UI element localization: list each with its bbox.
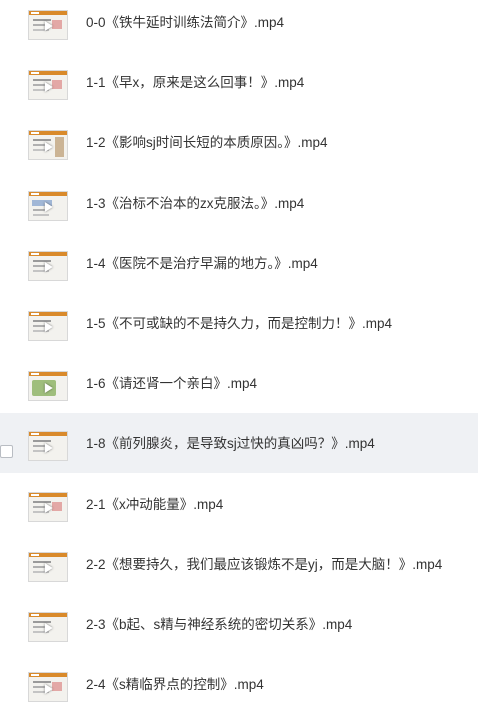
play-icon	[44, 502, 53, 513]
file-row[interactable]: 2-3《b起、s精与神经系统的密切关系》.mp4	[0, 602, 478, 662]
file-row[interactable]: 1-3《治标不治本的zx克服法。》.mp4	[0, 181, 478, 241]
video-thumbnail[interactable]	[28, 311, 68, 341]
video-thumbnail[interactable]	[28, 190, 68, 221]
select-checkbox[interactable]	[0, 445, 13, 459]
file-row[interactable]: 1-4《医院不是治疗早漏的地方。》.mp4	[0, 241, 478, 301]
file-row[interactable]: 1-6《请还肾一个亲白》.mp4	[0, 361, 478, 421]
play-icon	[44, 382, 53, 393]
play-icon	[44, 201, 53, 212]
file-name[interactable]: 1-1《早x，原来是这么回事！》.mp4	[86, 60, 304, 105]
file-name[interactable]: 1-4《医院不是治疗早漏的地方。》.mp4	[86, 241, 318, 286]
file-row[interactable]: 1-8《前列腺炎，是导致sj过快的真凶吗？》.mp4	[0, 413, 478, 474]
video-thumbnail[interactable]	[28, 130, 68, 161]
play-icon	[44, 262, 53, 273]
file-name[interactable]: 2-1《x冲动能量》.mp4	[86, 482, 223, 527]
file-row[interactable]: 2-4《s精临界点的控制》.mp4	[0, 662, 478, 722]
video-thumbnail[interactable]	[28, 371, 68, 402]
play-icon	[44, 322, 53, 333]
file-list: 0-0《铁牛延时训练法简介》.mp4 1-1《早x，原来是这么回事！》.mp4 1-…	[0, 0, 478, 722]
file-row[interactable]: 2-2《想要持久，我们最应该锻炼不是yj，而是大脑！》.mp4	[0, 542, 478, 602]
file-name[interactable]: 1-2《影响sj时间长短的本质原因。》.mp4	[86, 120, 328, 165]
play-icon	[44, 683, 53, 694]
play-icon	[44, 563, 53, 574]
video-thumbnail[interactable]	[28, 250, 68, 281]
file-name[interactable]: 0-0《铁牛延时训练法简介》.mp4	[86, 0, 284, 45]
file-name[interactable]: 2-3《b起、s精与神经系统的密切关系》.mp4	[86, 602, 352, 647]
file-name[interactable]: 1-6《请还肾一个亲白》.mp4	[86, 361, 257, 406]
file-row[interactable]: 2-1《x冲动能量》.mp4	[0, 482, 478, 542]
video-thumbnail[interactable]	[28, 612, 68, 642]
file-row[interactable]: 1-1《早x，原来是这么回事！》.mp4	[0, 60, 478, 120]
file-name[interactable]: 1-5《不可或缺的不是持久力，而是控制力！》.mp4	[86, 301, 392, 346]
play-icon	[44, 442, 53, 453]
video-thumbnail[interactable]	[28, 672, 68, 703]
play-icon	[44, 21, 53, 32]
file-row[interactable]: 0-0《铁牛延时训练法简介》.mp4	[0, 0, 478, 60]
file-name[interactable]: 2-4《s精临界点的控制》.mp4	[86, 662, 264, 707]
play-icon	[44, 81, 53, 92]
file-row[interactable]: 1-2《影响sj时间长短的本质原因。》.mp4	[0, 120, 478, 180]
file-name[interactable]: 1-8《前列腺炎，是导致sj过快的真凶吗？》.mp4	[86, 421, 375, 466]
file-name[interactable]: 1-3《治标不治本的zx克服法。》.mp4	[86, 181, 304, 226]
video-thumbnail[interactable]	[28, 431, 68, 462]
file-name[interactable]: 2-2《想要持久，我们最应该锻炼不是yj，而是大脑！》.mp4	[86, 542, 442, 587]
video-thumbnail[interactable]	[28, 551, 68, 582]
play-icon	[44, 623, 53, 634]
file-row[interactable]: 1-5《不可或缺的不是持久力，而是控制力！》.mp4	[0, 301, 478, 361]
video-thumbnail[interactable]	[28, 10, 68, 40]
video-thumbnail[interactable]	[28, 70, 68, 101]
video-thumbnail[interactable]	[28, 491, 68, 522]
play-icon	[44, 141, 53, 152]
